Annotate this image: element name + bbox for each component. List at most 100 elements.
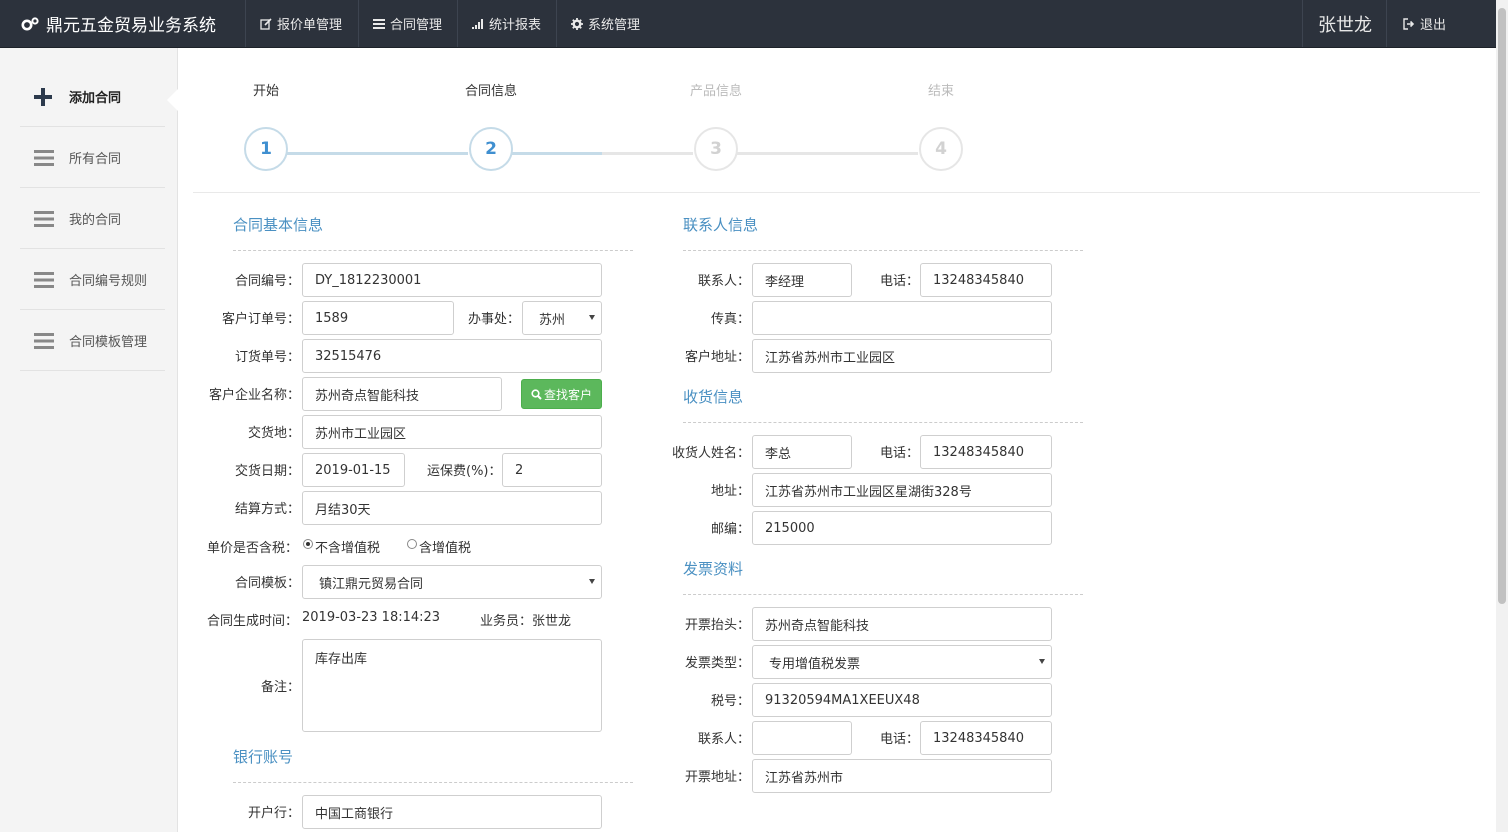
settle-input[interactable]: [302, 491, 602, 525]
remark-label: 备注：: [260, 680, 300, 695]
invoice-head-input[interactable]: [752, 607, 1052, 641]
remark-textarea[interactable]: 库存出库: [302, 639, 602, 732]
sidebar-item-numbering-rules[interactable]: 合同编号规则: [20, 250, 165, 310]
contact-name-label: 联系人：: [697, 274, 750, 289]
nav-report[interactable]: 统计报表: [457, 0, 556, 47]
contact-name-input[interactable]: [752, 263, 852, 297]
delivery-place-input[interactable]: [302, 415, 602, 449]
find-customer-button[interactable]: 查找客户: [521, 379, 602, 409]
active-indicator: [167, 89, 178, 111]
freight-input[interactable]: [502, 453, 602, 487]
contract-no-input[interactable]: [302, 263, 602, 297]
plus-icon: [20, 87, 69, 106]
gen-time-value: 2019-03-23 18:14:23: [302, 610, 441, 625]
contact-phone-label: 电话：: [880, 274, 920, 289]
delivery-date-input[interactable]: [302, 453, 405, 487]
invoice-contact-input[interactable]: [752, 721, 852, 755]
nav-system[interactable]: 系统管理: [556, 0, 656, 47]
step-1-circle[interactable]: 1: [244, 127, 288, 171]
company-input[interactable]: [302, 377, 502, 411]
step-connector-2-done: [512, 152, 602, 155]
nav-contract[interactable]: 合同管理: [358, 0, 457, 47]
template-select[interactable]: 镇江鼎元贸易合同: [302, 565, 602, 599]
step-4-circle[interactable]: 4: [919, 127, 963, 171]
step-connector-2-pending: [602, 152, 693, 155]
step-connector-3: [737, 152, 918, 155]
section-invoice-divider: [683, 594, 1083, 595]
zip-input[interactable]: [752, 511, 1052, 545]
salesman-label: 业务员：: [480, 614, 533, 629]
taxno-input[interactable]: [752, 683, 1052, 717]
menu-icon: [20, 271, 69, 288]
delivery-date-label: 交货日期：: [234, 464, 300, 479]
sidebar-item-all-contracts[interactable]: 所有合同: [20, 128, 165, 188]
section-contact-divider: [683, 250, 1083, 251]
nav-quotation[interactable]: 报价单管理: [245, 0, 358, 47]
tax-exclusive-label[interactable]: 不含增值税: [315, 537, 380, 556]
invoice-addr-input[interactable]: [752, 759, 1052, 793]
fax-input[interactable]: [752, 301, 1052, 335]
menu-icon: [20, 210, 69, 227]
receiver-phone-label: 电话：: [880, 446, 920, 461]
settle-label: 结算方式：: [234, 502, 300, 517]
gen-time-label: 合同生成时间：: [207, 614, 299, 629]
tax-label: 单价是否含税：: [207, 541, 299, 556]
cust-order-label: 客户订单号：: [221, 312, 300, 327]
section-bank-divider: [233, 782, 633, 783]
fax-label: 传真：: [710, 312, 750, 327]
step-3-circle[interactable]: 3: [694, 127, 738, 171]
step-connector-1: [287, 152, 468, 155]
invoice-head-label: 开票抬头：: [684, 618, 750, 633]
sidebar-item-template-management[interactable]: 合同模板管理: [20, 311, 165, 371]
scroll-thumb[interactable]: [1498, 8, 1506, 604]
step-2-circle[interactable]: 2: [469, 127, 513, 171]
section-receive-divider: [683, 422, 1083, 423]
sidebar-item-add-contract[interactable]: 添加合同: [20, 67, 165, 127]
receive-addr-input[interactable]: [752, 473, 1052, 507]
tax-inclusive-radio[interactable]: [407, 539, 417, 549]
sidebar-item-my-contracts[interactable]: 我的合同: [20, 189, 165, 249]
section-basic-title: 合同基本信息: [233, 216, 324, 234]
contract-no-label: 合同编号：: [234, 274, 300, 289]
cust-addr-input[interactable]: [752, 339, 1052, 373]
step-label-start: 开始: [252, 84, 279, 99]
list-icon: [373, 18, 385, 29]
section-bank-title: 银行账号: [233, 748, 294, 766]
brand[interactable]: 鼎元五金贸易业务系统: [0, 0, 245, 47]
brand-title: 鼎元五金贸易业务系统: [46, 16, 216, 36]
invoice-type-label: 发票类型：: [684, 656, 750, 671]
zip-label: 邮编：: [710, 522, 750, 537]
divider: [193, 192, 1480, 193]
invoice-type-select[interactable]: 专用增值税发票: [752, 645, 1052, 679]
receiver-name-input[interactable]: [752, 435, 852, 469]
template-label: 合同模板：: [234, 576, 300, 591]
chevron-down-icon: [589, 579, 595, 584]
cust-order-input[interactable]: [302, 301, 454, 335]
receiver-phone-input[interactable]: [920, 435, 1052, 469]
tax-inclusive-label[interactable]: 含增值税: [419, 537, 471, 556]
menu-icon: [20, 149, 69, 166]
office-select[interactable]: 苏州: [522, 301, 602, 335]
order-no-input[interactable]: [302, 339, 602, 373]
delivery-place-label: 交货地：: [247, 426, 300, 441]
tax-exclusive-radio[interactable]: [303, 539, 313, 549]
step-label-end: 结束: [927, 84, 954, 99]
invoice-phone-input[interactable]: [920, 721, 1052, 755]
step-label-product-info: 产品信息: [689, 84, 742, 99]
step-label-contract-info: 合同信息: [464, 84, 517, 99]
page-scrollbar[interactable]: [1496, 0, 1508, 832]
invoice-addr-label: 开票地址：: [684, 770, 750, 785]
chevron-down-icon: [589, 315, 595, 320]
top-navbar: 鼎元五金贸易业务系统 报价单管理 合同管理 统计报表 系统管理 张世龙 退出: [0, 0, 1496, 48]
bar-chart-icon: [472, 18, 484, 29]
receiver-name-label: 收货人姓名：: [671, 446, 750, 461]
bank-label: 开户行：: [247, 806, 300, 821]
bank-input[interactable]: [302, 795, 602, 829]
contact-phone-input[interactable]: [920, 263, 1052, 297]
logout-button[interactable]: 退出: [1386, 0, 1496, 47]
current-user[interactable]: 张世龙: [1302, 0, 1387, 47]
logout-icon: [1403, 17, 1415, 30]
receive-addr-label: 地址：: [710, 484, 750, 499]
edit-icon: [260, 17, 272, 30]
company-label: 客户企业名称：: [208, 388, 300, 403]
